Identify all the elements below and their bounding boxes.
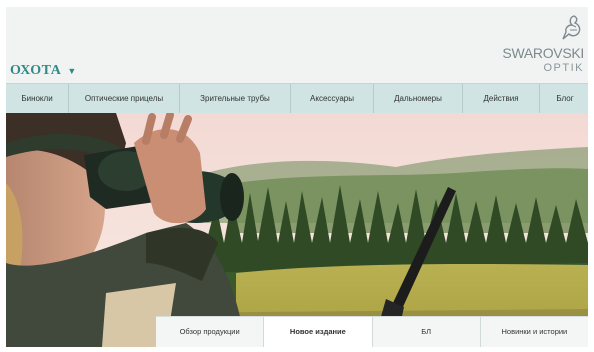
nav-item-blog[interactable]: Блог (540, 84, 588, 113)
nav-item-riflescopes[interactable]: Оптические прицелы (69, 84, 180, 113)
subnav-tab-bl[interactable]: БЛ (373, 317, 481, 347)
section-title: ОХОТА (10, 63, 62, 78)
nav-item-binoculars[interactable]: Бинокли (6, 84, 69, 113)
page-frame: ОХОТА ▼ SWAROVSKI OPTIK Бинокли Оптическ… (6, 7, 588, 347)
subnav-tab-overview[interactable]: Обзор продукции (156, 317, 265, 347)
brand-subtitle: OPTIK (543, 62, 584, 74)
subnav-tab-new-edition[interactable]: Новое издание (264, 317, 373, 347)
chevron-down-icon: ▼ (67, 66, 77, 76)
subnav-tab-stories[interactable]: Новинки и истории (481, 317, 588, 347)
site-header: ОХОТА ▼ SWAROVSKI OPTIK (6, 7, 588, 83)
hero-image (6, 113, 588, 347)
main-navigation: Бинокли Оптические прицелы Зрительные тр… (6, 83, 588, 114)
section-selector[interactable]: ОХОТА ▼ (10, 63, 77, 79)
nav-item-accessories[interactable]: Аксессуары (291, 84, 374, 113)
hero-subnav: Обзор продукции Новое издание БЛ Новинки… (156, 316, 588, 347)
brand-name: SWAROVSKI (502, 45, 584, 61)
nav-item-actions[interactable]: Действия (463, 84, 540, 113)
nav-item-rangefinders[interactable]: Дальномеры (374, 84, 463, 113)
brand-logo[interactable]: SWAROVSKI OPTIK (476, 13, 586, 74)
nav-item-spotting-scopes[interactable]: Зрительные трубы (180, 84, 291, 113)
swan-logo-icon (562, 15, 581, 40)
hero-banner[interactable] (6, 113, 588, 347)
